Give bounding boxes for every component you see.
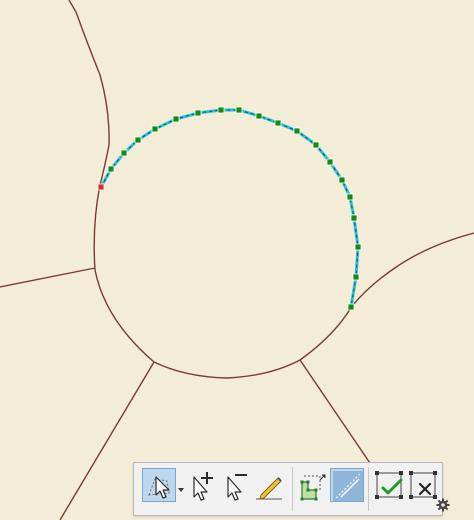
- finish-sketch-icon: [375, 471, 403, 499]
- vertex[interactable]: [352, 273, 360, 281]
- vertex[interactable]: [217, 106, 225, 114]
- sketch-vertices: [97, 106, 362, 311]
- vertex[interactable]: [347, 303, 355, 311]
- select-vertex-icon: [148, 476, 170, 499]
- vertex[interactable]: [255, 112, 263, 120]
- toolbar-separator: [368, 467, 369, 511]
- vertex[interactable]: [235, 106, 243, 114]
- vertex[interactable]: [194, 109, 202, 117]
- vertex[interactable]: [312, 141, 320, 149]
- discard-sketch-button[interactable]: [406, 468, 440, 502]
- boundary-line-southeast: [299, 359, 375, 470]
- vertex[interactable]: [120, 149, 128, 157]
- vertex[interactable]: [151, 125, 159, 133]
- polygon-boundaries: [0, 0, 474, 520]
- gear-icon: [436, 498, 450, 512]
- vertex[interactable]: [338, 176, 346, 184]
- reshape-icon: [300, 474, 326, 501]
- continue-feature-button[interactable]: [330, 468, 364, 502]
- vertex[interactable]: [346, 193, 354, 201]
- toolbar-separator: [292, 467, 293, 511]
- sketch-geometry[interactable]: [97, 106, 362, 311]
- add-vertex-button[interactable]: [186, 468, 220, 502]
- vertex[interactable]: [354, 243, 362, 251]
- vertex[interactable]: [172, 115, 180, 123]
- sketch-pencil-button[interactable]: [252, 468, 286, 502]
- vertex[interactable]: [134, 136, 142, 144]
- vertex[interactable]: [326, 158, 334, 166]
- boundary-line-east: [351, 232, 474, 307]
- sketch-toolbar: [133, 462, 443, 516]
- boundary-line-west: [0, 267, 96, 288]
- vertex[interactable]: [274, 119, 282, 127]
- boundary-circle: [93, 184, 353, 379]
- vertex[interactable]: [350, 214, 358, 222]
- boundary-line-north: [68, 0, 110, 186]
- toolbar-settings-button[interactable]: [436, 498, 450, 512]
- start-vertex[interactable]: [97, 183, 105, 191]
- dropdown-arrow-icon: [178, 488, 184, 492]
- add-vertex-icon: [193, 472, 213, 501]
- delete-vertex-icon: [227, 474, 247, 501]
- discard-sketch-icon: [409, 471, 437, 499]
- finish-sketch-button[interactable]: [372, 468, 406, 502]
- continue-feature-icon: [333, 471, 363, 501]
- vertex[interactable]: [293, 127, 301, 135]
- map-canvas[interactable]: [0, 0, 474, 520]
- vertex[interactable]: [107, 165, 115, 173]
- pencil-icon: [256, 477, 282, 500]
- reshape-button[interactable]: [296, 468, 330, 502]
- select-tool-dropdown[interactable]: [177, 481, 185, 492]
- select-vertex-button[interactable]: [142, 468, 176, 502]
- delete-vertex-button[interactable]: [220, 468, 254, 502]
